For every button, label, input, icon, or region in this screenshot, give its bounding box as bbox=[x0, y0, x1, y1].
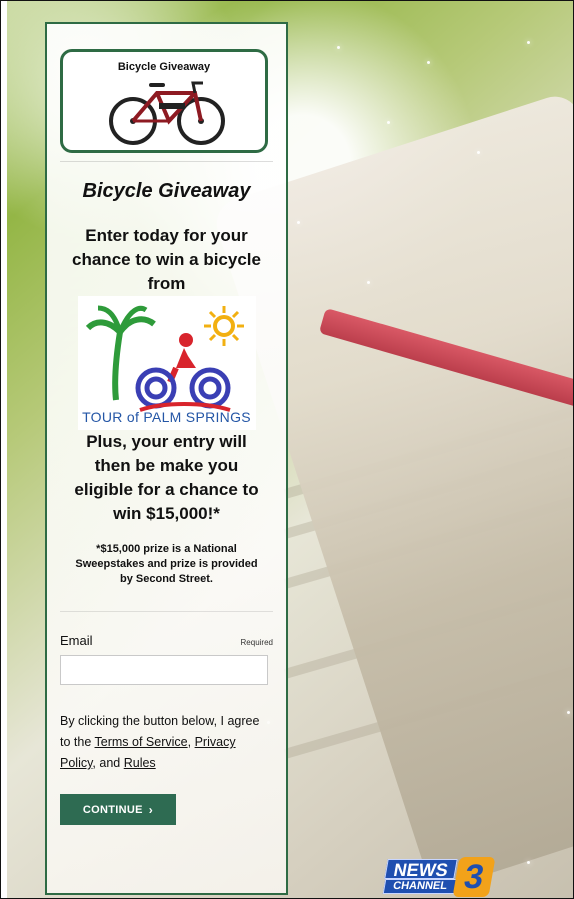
news-channel-3-logo: NEWS CHANNEL 3 bbox=[382, 857, 496, 897]
continue-label: CONTINUE bbox=[82, 803, 143, 816]
bonus-line: eligible for a chance to bbox=[74, 480, 259, 499]
news-channel-channel-text: CHANNEL bbox=[382, 879, 458, 894]
bonus-line: win $15,000!* bbox=[113, 504, 220, 523]
logo-card-text: Bicycle Giveaway bbox=[117, 61, 211, 73]
bicycle-icon bbox=[109, 81, 225, 145]
lead-line: from bbox=[147, 274, 186, 293]
email-label-row: Email Required bbox=[60, 633, 273, 648]
divider bbox=[60, 161, 273, 162]
rules-link[interactable]: Rules bbox=[124, 756, 156, 770]
page-frame: Bicycle Giveaway Bicycle Giveaway Enter … bbox=[0, 0, 574, 899]
terms-and: , and bbox=[92, 756, 121, 770]
email-field[interactable] bbox=[60, 655, 268, 685]
fine-print-line: by Second Street. bbox=[120, 573, 213, 585]
fine-print-line: Sweepstakes and prize is provided bbox=[75, 558, 258, 570]
giveaway-form-panel: Bicycle Giveaway Bicycle Giveaway Enter … bbox=[45, 22, 288, 895]
cyclist-icon bbox=[135, 333, 231, 412]
bonus-line: Plus, your entry will bbox=[86, 432, 247, 451]
lead-text: Enter today for your chance to win a bic… bbox=[60, 224, 273, 296]
chevron-right-icon: › bbox=[148, 802, 154, 817]
bonus-text: Plus, your entry will then be make you e… bbox=[60, 430, 273, 526]
lead-line: chance to win a bicycle bbox=[72, 250, 261, 269]
page-title: Bicycle Giveaway bbox=[82, 180, 251, 202]
fine-print-line: *$15,000 prize is a National bbox=[96, 543, 237, 555]
email-label: Email bbox=[60, 633, 93, 648]
tour-of-palm-springs-logo: TOUR of PALM SPRINGS bbox=[77, 296, 256, 430]
terms-comma: , bbox=[187, 735, 192, 749]
bonus-line: then be make you bbox=[94, 456, 239, 475]
continue-button[interactable]: CONTINUE › bbox=[60, 794, 176, 825]
terms-text: By clicking the button below, I agree to… bbox=[60, 711, 273, 774]
bicycle-giveaway-logo: Bicycle Giveaway bbox=[60, 49, 268, 153]
terms-of-service-link[interactable]: Terms of Service bbox=[95, 735, 188, 749]
lead-line: Enter today for your bbox=[85, 226, 248, 245]
news-channel-news-text: NEWS bbox=[384, 859, 458, 880]
news-channel-number: 3 bbox=[452, 857, 496, 897]
divider bbox=[60, 611, 273, 612]
tour-of-palm-springs-text: TOUR of PALM SPRINGS bbox=[82, 409, 251, 425]
fine-print: *$15,000 prize is a National Sweepstakes… bbox=[60, 542, 273, 587]
required-label: Required bbox=[240, 638, 273, 647]
